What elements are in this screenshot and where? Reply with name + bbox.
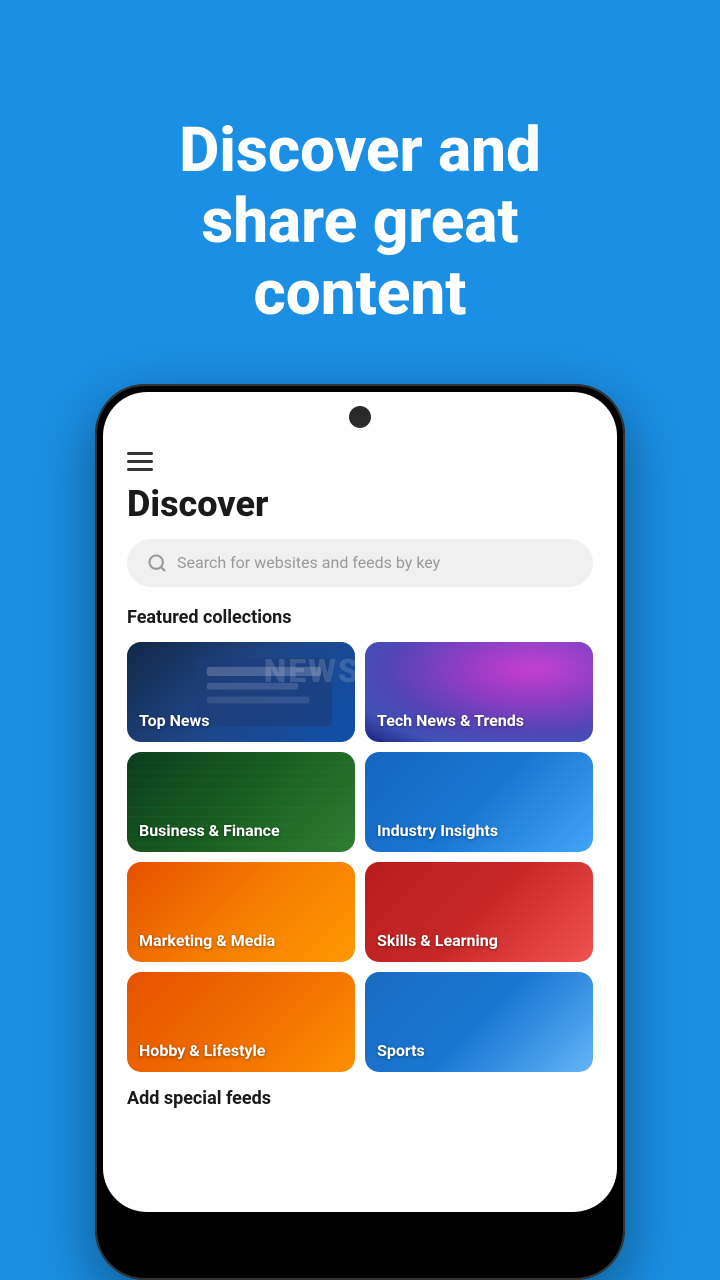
collection-card-marketing[interactable]: Marketing & Media (127, 862, 355, 962)
collection-card-tech-news[interactable]: Tech News & Trends (365, 642, 593, 742)
collection-label-business: Business & Finance (139, 821, 280, 840)
page-title: Discover (103, 471, 617, 539)
collection-card-top-news[interactable]: Top News (127, 642, 355, 742)
collection-label-hobby: Hobby & Lifestyle (139, 1041, 265, 1060)
add-feeds-section: Add special feeds (103, 1072, 617, 1109)
collection-label-skills: Skills & Learning (377, 931, 498, 950)
search-placeholder-text: Search for websites and feeds by key (177, 553, 440, 572)
hero-section: Discover and share great content (0, 0, 720, 384)
collection-card-hobby[interactable]: Hobby & Lifestyle (127, 972, 355, 1072)
collection-label-industry: Industry Insights (377, 821, 498, 840)
collection-card-business[interactable]: Business & Finance (127, 752, 355, 852)
phone-wrapper: Discover Search for websites and feeds b… (85, 384, 635, 1280)
featured-section-label: Featured collections (103, 607, 617, 642)
add-feeds-title: Add special feeds (127, 1088, 593, 1109)
search-bar[interactable]: Search for websites and feeds by key (127, 539, 593, 587)
collections-grid: Top News Tech News & Trends Business & F… (103, 642, 617, 1072)
hamburger-menu-button[interactable] (127, 452, 153, 471)
hero-title: Discover and share great content (60, 55, 660, 359)
collection-card-industry[interactable]: Industry Insights (365, 752, 593, 852)
collection-label-top-news: Top News (139, 711, 209, 730)
app-bar (103, 442, 617, 471)
collection-card-skills[interactable]: Skills & Learning (365, 862, 593, 962)
phone-screen: Discover Search for websites and feeds b… (103, 392, 617, 1212)
collection-label-sports: Sports (377, 1041, 425, 1060)
collection-card-sports[interactable]: Sports (365, 972, 593, 1072)
phone-device: Discover Search for websites and feeds b… (95, 384, 625, 1280)
collection-label-tech-news: Tech News & Trends (377, 711, 524, 730)
search-icon (147, 553, 167, 573)
collection-label-marketing: Marketing & Media (139, 931, 275, 950)
camera-dot (349, 406, 371, 428)
